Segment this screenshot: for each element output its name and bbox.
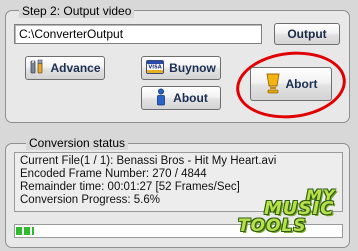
remainder-time-text: Remainder time: 00:01:27 [52 Frames/Sec] bbox=[20, 181, 240, 193]
advance-button-label: Advance bbox=[50, 61, 101, 75]
buynow-button[interactable]: VISA Buynow bbox=[141, 56, 221, 80]
logo-line-tools: TOOLS bbox=[238, 216, 307, 236]
buynow-button-label: Buynow bbox=[169, 61, 216, 75]
info-icon bbox=[154, 88, 168, 109]
current-file-text: Current File(1 / 1): Benassi Bros - Hit … bbox=[20, 155, 277, 167]
output-path-field[interactable]: C:\ConverterOutput bbox=[14, 24, 262, 44]
about-button-label: About bbox=[173, 91, 208, 105]
svg-text:VISA: VISA bbox=[149, 64, 162, 70]
credit-card-icon: VISA bbox=[146, 59, 165, 77]
progress-fill bbox=[16, 227, 34, 235]
cup-icon bbox=[265, 72, 281, 97]
about-button[interactable]: About bbox=[141, 86, 221, 110]
conversion-status-legend: Conversion status bbox=[26, 136, 129, 150]
abort-button[interactable]: Abort bbox=[250, 67, 332, 101]
output-button[interactable]: Output bbox=[274, 23, 340, 45]
tools-icon bbox=[29, 59, 45, 78]
advance-button[interactable]: Advance bbox=[25, 56, 105, 80]
output-button-label: Output bbox=[287, 27, 327, 41]
encoded-frames-text: Encoded Frame Number: 270 / 4844 bbox=[20, 168, 207, 180]
my-music-tools-logo: MY MUSIC TOOLS bbox=[228, 188, 354, 244]
abort-button-label: Abort bbox=[285, 77, 318, 91]
conversion-progress-text: Conversion Progress: 5.6% bbox=[20, 194, 160, 206]
output-video-legend: Step 2: Output video bbox=[19, 4, 135, 18]
